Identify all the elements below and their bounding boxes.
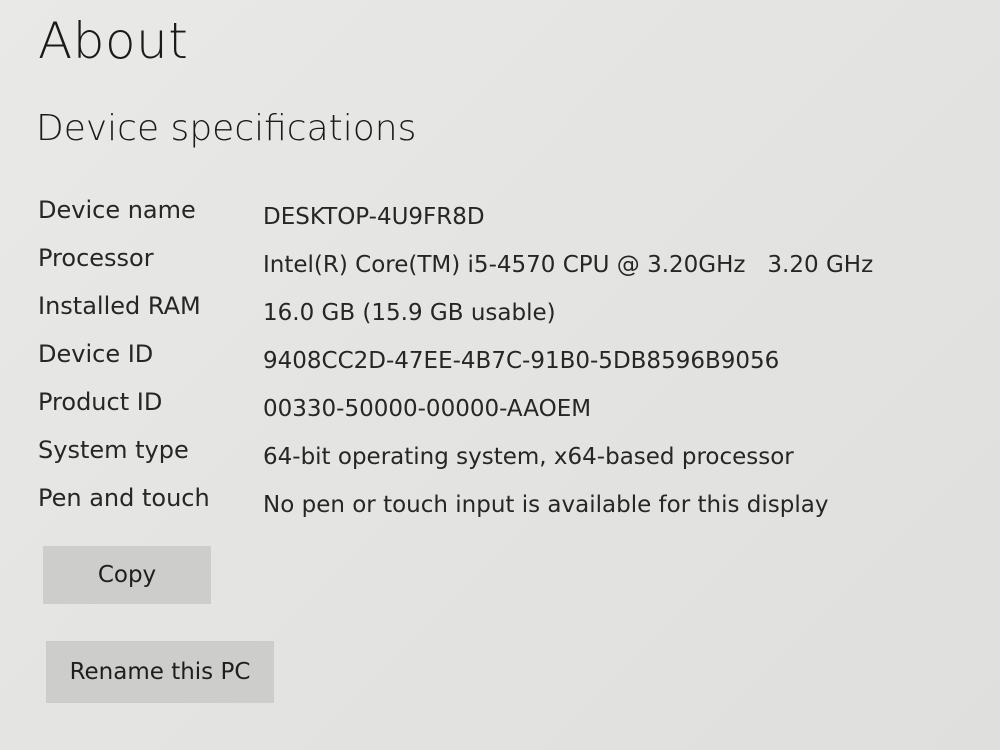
spec-label: System type: [38, 436, 189, 464]
spec-label: Processor: [38, 244, 154, 272]
about-page: About Device specifications Device name …: [0, 0, 1000, 750]
spec-value: 64-bit operating system, x64-based proce…: [263, 444, 794, 470]
spec-label: Installed RAM: [38, 292, 201, 320]
spec-label: Pen and touch: [38, 484, 210, 512]
spec-value: 9408CC2D-47EE-4B7C-91B0-5DB8596B9056: [263, 348, 780, 374]
spec-row-device-id: Device ID 9408CC2D-47EE-4B7C-91B0-5DB859…: [38, 340, 978, 388]
spec-row-device-name: Device name DESKTOP-4U9FR8D: [38, 196, 978, 244]
spec-row-system-type: System type 64-bit operating system, x64…: [38, 436, 978, 484]
section-title-device-specifications: Device specifications: [36, 108, 417, 149]
copy-button[interactable]: Copy: [43, 546, 211, 604]
spec-value: Intel(R) Core(TM) i5-4570 CPU @ 3.20GHz …: [263, 252, 874, 278]
spec-row-product-id: Product ID 00330-50000-00000-AAOEM: [38, 388, 978, 436]
rename-this-pc-button[interactable]: Rename this PC: [46, 641, 274, 703]
spec-value: 16.0 GB (15.9 GB usable): [263, 300, 556, 326]
spec-value: DESKTOP-4U9FR8D: [263, 204, 485, 230]
spec-value: No pen or touch input is available for t…: [263, 492, 829, 518]
spec-label: Device name: [38, 196, 196, 224]
spec-label: Product ID: [38, 388, 163, 416]
spec-value: 00330-50000-00000-AAOEM: [263, 396, 592, 422]
page-title: About: [38, 12, 189, 70]
spec-label: Device ID: [38, 340, 154, 368]
device-specifications-list: Device name DESKTOP-4U9FR8D Processor In…: [38, 196, 978, 532]
spec-row-processor: Processor Intel(R) Core(TM) i5-4570 CPU …: [38, 244, 978, 292]
spec-row-installed-ram: Installed RAM 16.0 GB (15.9 GB usable): [38, 292, 978, 340]
spec-row-pen-and-touch: Pen and touch No pen or touch input is a…: [38, 484, 978, 532]
